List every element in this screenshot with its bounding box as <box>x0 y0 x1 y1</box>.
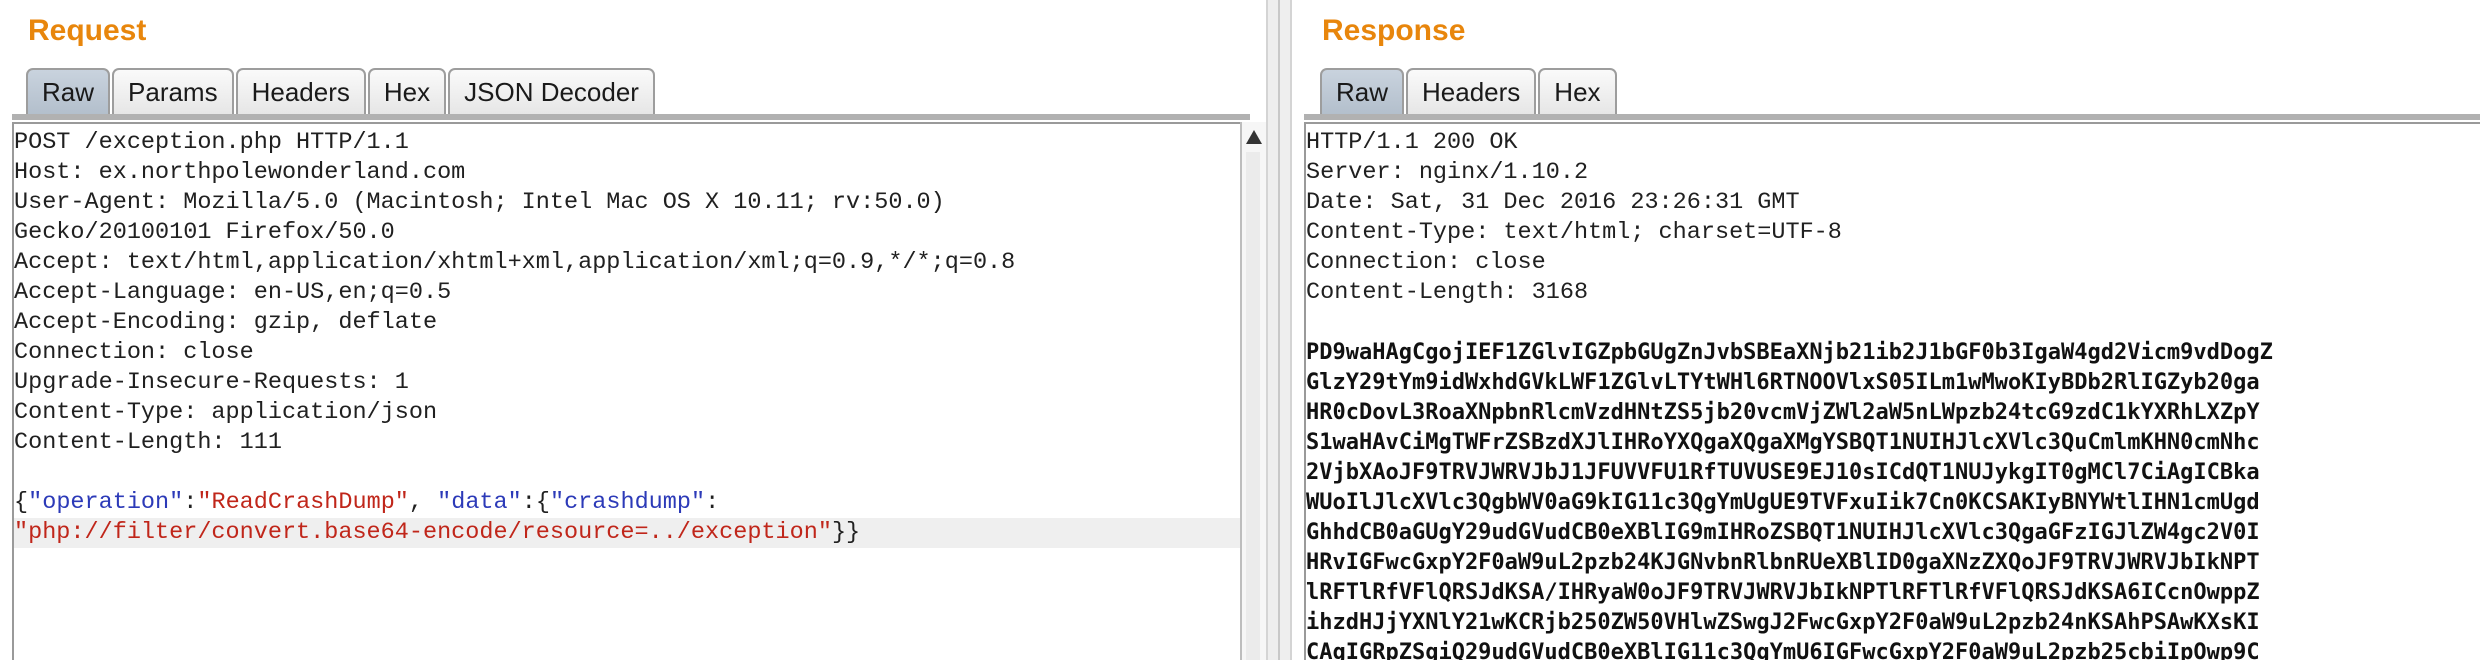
request-line: Content-Type: application/json <box>14 399 438 426</box>
response-body-line: ihzdHJjYXNlY21wKCRjb250ZW50VHlwZSwgJ2Fwc… <box>1306 610 2260 635</box>
response-tab-headers[interactable]: Headers <box>1406 68 1537 114</box>
response-pane: Response Raw Headers Hex HTTP/1.1 200 OK… <box>1292 0 2480 660</box>
request-tab-hex[interactable]: Hex <box>367 68 447 114</box>
response-title: Response <box>1322 14 1466 47</box>
json-key-operation: "operation" <box>28 489 184 516</box>
request-tabs: Raw Params Headers Hex JSON Decoder <box>26 68 657 116</box>
json-key-crashdump: "crashdump" <box>549 489 706 516</box>
response-line: HTTP/1.1 200 OK <box>1306 129 1518 156</box>
pane-splitter[interactable] <box>1266 0 1292 660</box>
json-key-data: "data" <box>437 489 522 516</box>
json-brace-open: { <box>14 489 29 516</box>
response-body-line: GlzY29tYm9idWxhdGVkLWF1ZGlvLTYtWHl6RTNOO… <box>1306 370 2260 395</box>
json-colon: : <box>183 489 198 516</box>
request-tab-json-decoder[interactable]: JSON Decoder <box>448 68 655 114</box>
request-line: User-Agent: Mozilla/5.0 (Macintosh; Inte… <box>14 189 945 216</box>
response-tab-raw[interactable]: Raw <box>1320 68 1405 114</box>
request-tab-params[interactable]: Params <box>112 68 234 114</box>
json-brace-close: }} <box>831 519 861 546</box>
request-line: Gecko/20100101 Firefox/50.0 <box>14 219 395 246</box>
response-body-line: lRFTlRfVFlQRSJdKSA/IHRyaW0oJF9TRVJWRVJbI… <box>1306 580 2260 605</box>
request-line: POST /exception.php HTTP/1.1 <box>14 129 409 156</box>
json-value-operation: "ReadCrashDump" <box>197 489 409 516</box>
scrollbar-track[interactable] <box>1246 152 1260 660</box>
response-line: Connection: close <box>1306 249 1546 276</box>
json-colon: : <box>705 489 720 516</box>
request-line: Accept: text/html,application/xhtml+xml,… <box>14 249 1016 276</box>
response-tab-hex[interactable]: Hex <box>1538 68 1617 114</box>
scroll-up-arrow-icon[interactable] <box>1246 130 1262 144</box>
request-line: Host: ex.northpolewonderland.com <box>14 159 466 186</box>
response-editor[interactable]: HTTP/1.1 200 OK Server: nginx/1.10.2 Dat… <box>1304 122 2480 660</box>
json-separator: , <box>408 489 438 516</box>
response-tabs: Raw Headers Hex <box>1320 68 1619 116</box>
request-line: Accept-Encoding: gzip, deflate <box>14 309 438 336</box>
response-line: Content-Length: 3168 <box>1306 279 1589 306</box>
json-body-line-2: "php://filter/convert.base64-encode/reso… <box>14 518 1252 548</box>
request-pane: Request Raw Params Headers Hex JSON Deco… <box>0 0 1266 660</box>
request-line: Accept-Language: en-US,en;q=0.5 <box>14 279 452 306</box>
request-line: Upgrade-Insecure-Requests: 1 <box>14 369 409 396</box>
request-title: Request <box>28 14 147 47</box>
request-editor[interactable]: POST /exception.php HTTP/1.1 Host: ex.no… <box>12 122 1252 660</box>
json-value-crashdump: "php://filter/convert.base64-encode/reso… <box>14 519 832 546</box>
response-line: Server: nginx/1.10.2 <box>1306 159 1589 186</box>
response-body-line: 2VjbXAoJF9TRVJWRVJbJ1JFUVVFU1RfTUVUSE9EJ… <box>1306 460 2260 485</box>
response-body-line: WUoIlJlcXVlc3QgbWV0aG9kIG11c3QgYmUgUE9TV… <box>1306 490 2260 515</box>
response-body-line: S1waHAvCiMgTWFrZSBzdXJlIHRoYXQgaXQgaXMgY… <box>1306 430 2260 455</box>
request-tabs-rule <box>12 114 1250 120</box>
response-body-line: PD9waHAgCgojIEF1ZGlvIGZpbGUgZnJvbSBEaXNj… <box>1306 340 2273 365</box>
response-body-line: CAgIGRpZSgiQ29udGVudCB0eXBlIG11c3QgYmU6I… <box>1306 640 2260 660</box>
json-body-line-1: {"operation":"ReadCrashDump", "data":{"c… <box>14 488 1252 518</box>
response-line: Date: Sat, 31 Dec 2016 23:26:31 GMT <box>1306 189 1800 216</box>
json-colon-brace: :{ <box>521 489 550 516</box>
response-body-line: GhhdCB0aGUgY29udGVudCB0eXBlIG9mIHRoZSBQT… <box>1306 520 2260 545</box>
response-body-line: HRvIGFwcGxpY2F0aW9uL2pzb24KJGNvbnRlbnRUe… <box>1306 550 2260 575</box>
response-tabs-rule <box>1304 114 2480 120</box>
request-line: Connection: close <box>14 339 254 366</box>
splitter-grip[interactable] <box>1278 0 1280 660</box>
response-body-line: HR0cDovL3RoaXNpbnRlcmVzdHNtZS5jb20vcmVjZ… <box>1306 400 2260 425</box>
request-scrollbar[interactable] <box>1240 122 1266 660</box>
request-tab-raw[interactable]: Raw <box>26 68 111 114</box>
response-line: Content-Type: text/html; charset=UTF-8 <box>1306 219 1842 246</box>
request-line: Content-Length: 111 <box>14 429 282 456</box>
request-tab-headers[interactable]: Headers <box>235 68 366 114</box>
